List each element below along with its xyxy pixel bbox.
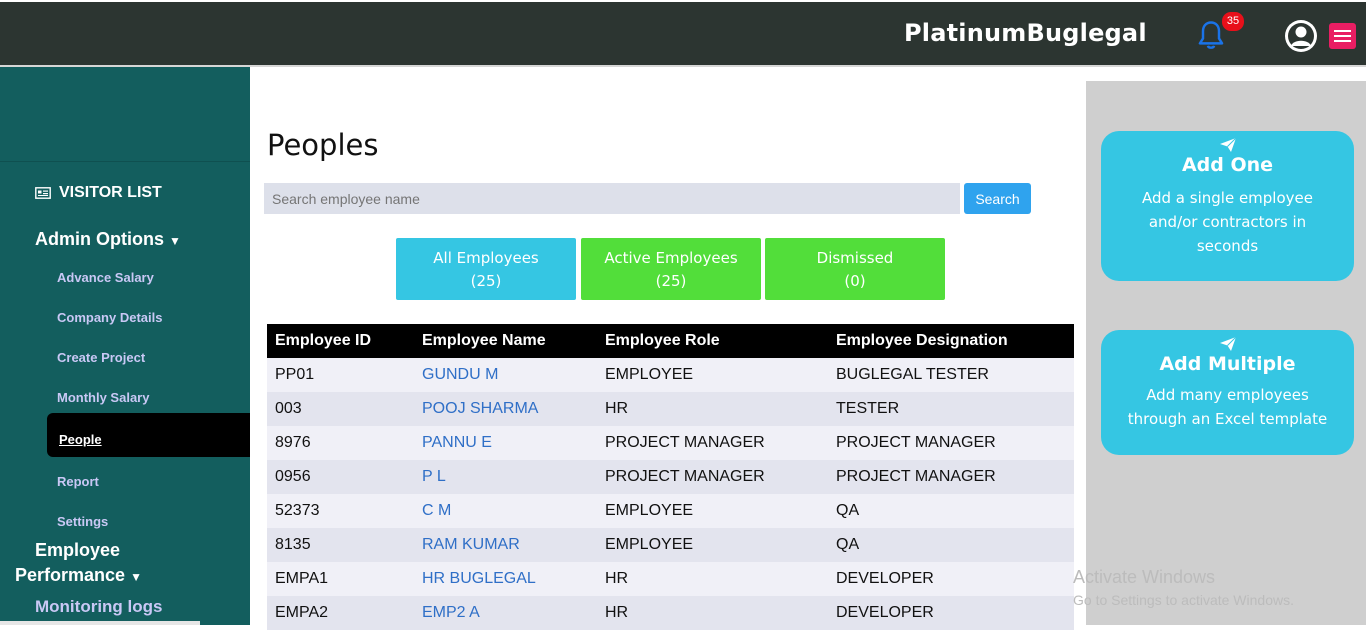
table-row: PP01 GUNDU M EMPLOYEE BUGLEGAL TESTER xyxy=(267,358,1074,392)
filter-count: (25) xyxy=(470,272,502,290)
sidebar-scrollbar[interactable] xyxy=(0,621,200,625)
cell-employee-name-link[interactable]: HR BUGLEGAL xyxy=(422,570,536,588)
add-multiple-title: Add Multiple xyxy=(1159,353,1296,375)
cell-employee-id: EMPA1 xyxy=(275,570,329,587)
sidebar-item-settings[interactable]: Settings xyxy=(57,514,108,529)
cell-employee-role: HR xyxy=(605,400,629,417)
search-input[interactable] xyxy=(264,183,960,214)
caret-down-icon: ▼ xyxy=(130,570,142,584)
cell-employee-designation: QA xyxy=(836,536,860,553)
cell-employee-designation: DEVELOPER xyxy=(836,604,934,621)
paper-plane-icon xyxy=(1219,336,1236,351)
add-one-card[interactable]: Add One Add a single employee and/or con… xyxy=(1101,131,1354,281)
filter-dismissed[interactable]: Dismissed (0) xyxy=(765,238,945,300)
windows-activation-watermark-subtext: Go to Settings to activate Windows. xyxy=(1073,592,1294,608)
filter-active-employees[interactable]: Active Employees (25) xyxy=(581,238,761,300)
cell-employee-id: 0956 xyxy=(275,468,311,485)
sidebar-item-admin-options[interactable]: Admin Options ▼ xyxy=(35,229,181,250)
column-header-employee-role[interactable]: Employee Role xyxy=(605,332,720,350)
sidebar-item-label: Performance xyxy=(15,565,126,585)
cell-employee-role: HR xyxy=(605,604,629,621)
cell-employee-id: 003 xyxy=(275,400,302,417)
cell-employee-id: 52373 xyxy=(275,502,320,519)
cell-employee-id: 8976 xyxy=(275,434,311,451)
brand-name[interactable]: PlatinumBuglegal xyxy=(904,19,1147,47)
sidebar-item-report[interactable]: Report xyxy=(57,474,99,489)
filter-count: (25) xyxy=(655,272,687,290)
cell-employee-role: PROJECT MANAGER xyxy=(605,434,765,451)
sidebar-item-monthly-salary[interactable]: Monthly Salary xyxy=(57,390,149,405)
sidebar-item-people[interactable]: People xyxy=(59,432,102,447)
filter-count: (0) xyxy=(844,272,866,290)
sidebar-item-visitor-list[interactable]: VISITOR LIST xyxy=(35,184,162,202)
add-multiple-card[interactable]: Add Multiple Add many employees through … xyxy=(1101,330,1354,455)
cell-employee-role: PROJECT MANAGER xyxy=(605,468,765,485)
sidebar-item-company-details[interactable]: Company Details xyxy=(57,310,162,325)
table-row: 003 POOJ SHARMA HR TESTER xyxy=(267,392,1074,426)
sidebar: VISITOR LIST Admin Options ▼ Advance Sal… xyxy=(0,67,250,625)
cell-employee-id: 8135 xyxy=(275,536,311,553)
paper-plane-icon xyxy=(1219,137,1236,152)
cell-employee-role: EMPLOYEE xyxy=(605,536,694,553)
cell-employee-name-link[interactable]: C M xyxy=(422,502,451,520)
cell-employee-id: EMPA2 xyxy=(275,604,329,621)
add-one-title: Add One xyxy=(1181,154,1274,176)
cell-employee-name-link[interactable]: P L xyxy=(422,468,446,486)
cell-employee-name-link[interactable]: PANNU E xyxy=(422,434,492,452)
add-multiple-description: Add many employees through an Excel temp… xyxy=(1127,386,1328,428)
table-row: 52373 C M EMPLOYEE QA xyxy=(267,494,1074,528)
page-title: Peoples xyxy=(267,128,379,162)
column-header-employee-designation[interactable]: Employee Designation xyxy=(836,332,1008,350)
sidebar-item-advance-salary[interactable]: Advance Salary xyxy=(57,270,154,285)
search-button[interactable]: Search xyxy=(964,183,1031,214)
sidebar-item-label: Admin Options xyxy=(35,229,164,249)
hamburger-menu-icon[interactable] xyxy=(1329,23,1356,49)
cell-employee-role: HR xyxy=(605,570,629,587)
cell-employee-designation: PROJECT MANAGER xyxy=(836,468,996,485)
cell-employee-designation: PROJECT MANAGER xyxy=(836,434,996,451)
cell-employee-name-link[interactable]: RAM KUMAR xyxy=(422,536,520,554)
employees-table: Employee ID Employee Name Employee Role … xyxy=(267,324,1074,630)
user-avatar-icon[interactable] xyxy=(1284,19,1318,53)
sidebar-divider xyxy=(0,161,250,162)
caret-down-icon: ▼ xyxy=(169,234,181,248)
notification-count-badge[interactable]: 35 xyxy=(1222,12,1244,31)
windows-activation-watermark: Activate Windows xyxy=(1073,567,1216,587)
sidebar-item-label: VISITOR LIST xyxy=(59,184,162,201)
cell-employee-designation: TESTER xyxy=(836,400,900,417)
sidebar-item-create-project[interactable]: Create Project xyxy=(57,350,145,365)
id-card-icon xyxy=(35,187,51,199)
top-navbar: PlatinumBuglegal 35 xyxy=(0,0,1366,65)
cell-employee-designation: QA xyxy=(836,502,860,519)
sidebar-item-employee-performance-line2[interactable]: Performance ▼ xyxy=(15,565,142,586)
filter-label: Active Employees xyxy=(604,249,738,267)
filter-label: All Employees xyxy=(433,249,539,267)
cell-employee-id: PP01 xyxy=(275,366,315,383)
cell-employee-designation: BUGLEGAL TESTER xyxy=(836,366,989,383)
add-one-description: Add a single employee and/or contractors… xyxy=(1142,189,1313,255)
table-row: 8135 RAM KUMAR EMPLOYEE QA xyxy=(267,528,1074,562)
cell-employee-role: EMPLOYEE xyxy=(605,366,694,383)
sidebar-item-employee-performance[interactable]: Employee xyxy=(35,540,120,561)
table-row: 0956 P L PROJECT MANAGER PROJECT MANAGER xyxy=(267,460,1074,494)
column-header-employee-id[interactable]: Employee ID xyxy=(275,332,371,350)
column-header-employee-name[interactable]: Employee Name xyxy=(422,332,546,350)
cell-employee-name-link[interactable]: POOJ SHARMA xyxy=(422,400,538,418)
cell-employee-designation: DEVELOPER xyxy=(836,570,934,587)
table-header-row: Employee ID Employee Name Employee Role … xyxy=(267,324,1074,358)
cell-employee-name-link[interactable]: EMP2 A xyxy=(422,604,480,622)
sidebar-item-monitoring-logs[interactable]: Monitoring logs xyxy=(35,597,162,617)
table-row: 8976 PANNU E PROJECT MANAGER PROJECT MAN… xyxy=(267,426,1074,460)
filter-label: Dismissed xyxy=(816,249,894,267)
filter-all-employees[interactable]: All Employees (25) xyxy=(396,238,576,300)
table-row: EMPA1 HR BUGLEGAL HR DEVELOPER xyxy=(267,562,1074,596)
cell-employee-name-link[interactable]: GUNDU M xyxy=(422,366,498,384)
cell-employee-role: EMPLOYEE xyxy=(605,502,694,519)
